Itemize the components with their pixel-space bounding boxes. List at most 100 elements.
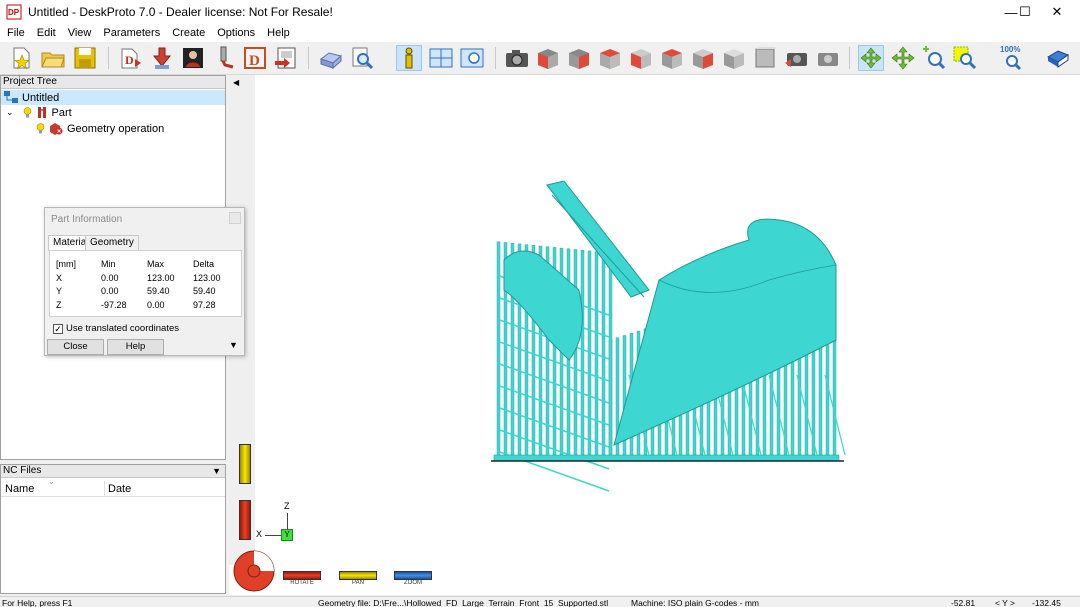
nc-files-title: NC Files xyxy=(3,465,42,476)
menu-create[interactable]: Create xyxy=(166,27,211,39)
title-bar: DP Untitled - DeskProto 7.0 - Dealer lic… xyxy=(0,0,1080,24)
rotate-dial-icon[interactable] xyxy=(233,550,275,592)
tree-item-untitled[interactable]: Untitled xyxy=(1,90,225,105)
table-row-x-delta: 123.00 xyxy=(193,273,221,283)
3d-viewport[interactable]: ◀ Z X Y ROTATE PAN ZOOM xyxy=(229,75,1080,595)
deskproto-app-icon: DP xyxy=(6,4,22,20)
tree-item-part[interactable]: ⌄ Part xyxy=(1,105,72,120)
zoom-mode-label: ZOOM xyxy=(404,580,422,586)
zoom-window-icon[interactable] xyxy=(952,45,978,71)
status-machine: Machine: ISO plain G-codes - mm xyxy=(631,598,760,607)
dialog-title: Part Information xyxy=(51,214,123,225)
menu-parameters[interactable]: Parameters xyxy=(97,27,166,39)
pan-mode-label: PAN xyxy=(352,580,364,586)
new-icon[interactable] xyxy=(8,45,34,71)
close-window-button[interactable]: ✕ xyxy=(1034,0,1080,24)
table-row-z-min: -97.28 xyxy=(101,300,127,310)
project-icon xyxy=(4,91,18,104)
expand-dialog-icon[interactable]: ▼ xyxy=(229,340,238,350)
menu-options[interactable]: Options xyxy=(211,27,261,39)
tree-item-untitled-label: Untitled xyxy=(22,91,60,104)
table-header-max: Max xyxy=(147,259,165,269)
axis-x-line xyxy=(265,535,281,536)
tree-item-geometry-operation-label: Geometry operation xyxy=(67,122,165,135)
axis-z-label: Z xyxy=(284,501,290,511)
model-render xyxy=(491,180,846,492)
pan-level-bar[interactable] xyxy=(239,444,251,484)
status-coord-axis: < Y > xyxy=(995,598,1016,607)
project-tree-header: Project Tree xyxy=(1,76,225,89)
material-icon[interactable] xyxy=(318,45,344,71)
export-icon[interactable] xyxy=(273,45,299,71)
drawing-icon[interactable]: D xyxy=(242,45,268,71)
camera-alt-icon[interactable] xyxy=(814,45,840,71)
table-row-y-delta: 59.40 xyxy=(193,286,216,296)
tree-item-geometry-operation[interactable]: Geometry operation xyxy=(1,121,164,136)
help-button[interactable]: Help xyxy=(107,339,164,355)
checkbox-checked-icon[interactable]: ✓ xyxy=(53,323,63,334)
view-top-icon[interactable] xyxy=(659,45,685,71)
image-wizard-icon[interactable] xyxy=(180,45,206,71)
open-icon[interactable] xyxy=(40,45,66,71)
view-left-icon[interactable] xyxy=(628,45,654,71)
column-header-name[interactable]: Name xyxy=(5,483,34,495)
operation-error-icon xyxy=(49,122,63,135)
menu-view[interactable]: View xyxy=(62,27,98,39)
status-bar: For Help, press F1 Geometry file: D:\Fre… xyxy=(0,596,1080,607)
table-header-unit: [mm] xyxy=(56,259,76,269)
axis-y-marker: Y xyxy=(281,529,293,541)
camera-reset-icon[interactable] xyxy=(783,45,809,71)
table-row-y-min: 0.00 xyxy=(101,286,119,296)
zoom-100-icon[interactable]: 100% xyxy=(1000,45,1026,71)
help-book-icon[interactable] xyxy=(1045,45,1071,71)
toolbar: D D 100% xyxy=(0,42,1080,75)
view-right-icon[interactable] xyxy=(566,45,592,71)
camera-icon[interactable] xyxy=(504,45,530,71)
menu-file[interactable]: File xyxy=(1,27,31,39)
svg-text:D: D xyxy=(249,53,260,69)
view-bottom-icon[interactable] xyxy=(690,45,716,71)
lightbulb-icon[interactable] xyxy=(36,122,45,135)
view-iso2-icon[interactable] xyxy=(752,45,778,71)
nc-files-panel: NC Files ▼ Name ⌄ Date xyxy=(0,464,226,594)
rotate-mode-icon[interactable] xyxy=(858,45,884,71)
part-wizard-icon[interactable]: D xyxy=(117,45,143,71)
save-icon[interactable] xyxy=(72,45,98,71)
rotate-level-bar[interactable] xyxy=(239,500,251,540)
zoom-mode-button[interactable]: ZOOM xyxy=(394,571,432,591)
terrain-part-with-supports xyxy=(493,180,846,492)
zoom-100-label: 100% xyxy=(1000,45,1021,54)
viewport-icon[interactable] xyxy=(459,45,485,71)
cutter-icon[interactable] xyxy=(212,45,238,71)
status-coord-1: -52.81 xyxy=(951,598,976,607)
svg-text:D: D xyxy=(125,53,134,67)
menu-edit[interactable]: Edit xyxy=(31,27,62,39)
collapse-chevron-icon[interactable]: ⌄ xyxy=(6,107,14,118)
zoom-mode-icon[interactable] xyxy=(921,45,947,71)
rotate-mode-button[interactable]: ROTATE xyxy=(283,571,321,591)
layout-icon[interactable] xyxy=(428,45,454,71)
tab-geometry[interactable]: Geometry xyxy=(85,235,139,250)
preview-icon[interactable] xyxy=(349,45,375,71)
info-icon[interactable] xyxy=(396,45,422,71)
view-front-icon[interactable] xyxy=(535,45,561,71)
dialog-close-icon[interactable] xyxy=(229,212,241,224)
column-divider[interactable] xyxy=(104,481,105,496)
pan-mode-icon[interactable] xyxy=(890,45,916,71)
sort-chevron-icon: ⌄ xyxy=(48,477,55,486)
operation-wizard-icon[interactable] xyxy=(149,45,175,71)
svg-text:DP: DP xyxy=(8,8,20,17)
dropdown-arrow-icon[interactable]: ▼ xyxy=(212,465,221,477)
table-row-x-axis: X xyxy=(56,273,63,283)
view-iso-icon[interactable] xyxy=(721,45,747,71)
close-button[interactable]: Close xyxy=(47,339,104,355)
column-header-date[interactable]: Date xyxy=(108,483,131,495)
use-translated-coordinates-checkbox[interactable]: ✓ Use translated coordinates xyxy=(53,323,179,334)
lightbulb-icon[interactable] xyxy=(23,106,32,119)
menu-help[interactable]: Help xyxy=(261,27,296,39)
pan-mode-button[interactable]: PAN xyxy=(339,571,377,591)
table-row-x-min: 0.00 xyxy=(101,273,119,283)
table-header-delta: Delta xyxy=(193,259,215,269)
axis-y-label: Y xyxy=(284,530,290,539)
view-back-icon[interactable] xyxy=(597,45,623,71)
